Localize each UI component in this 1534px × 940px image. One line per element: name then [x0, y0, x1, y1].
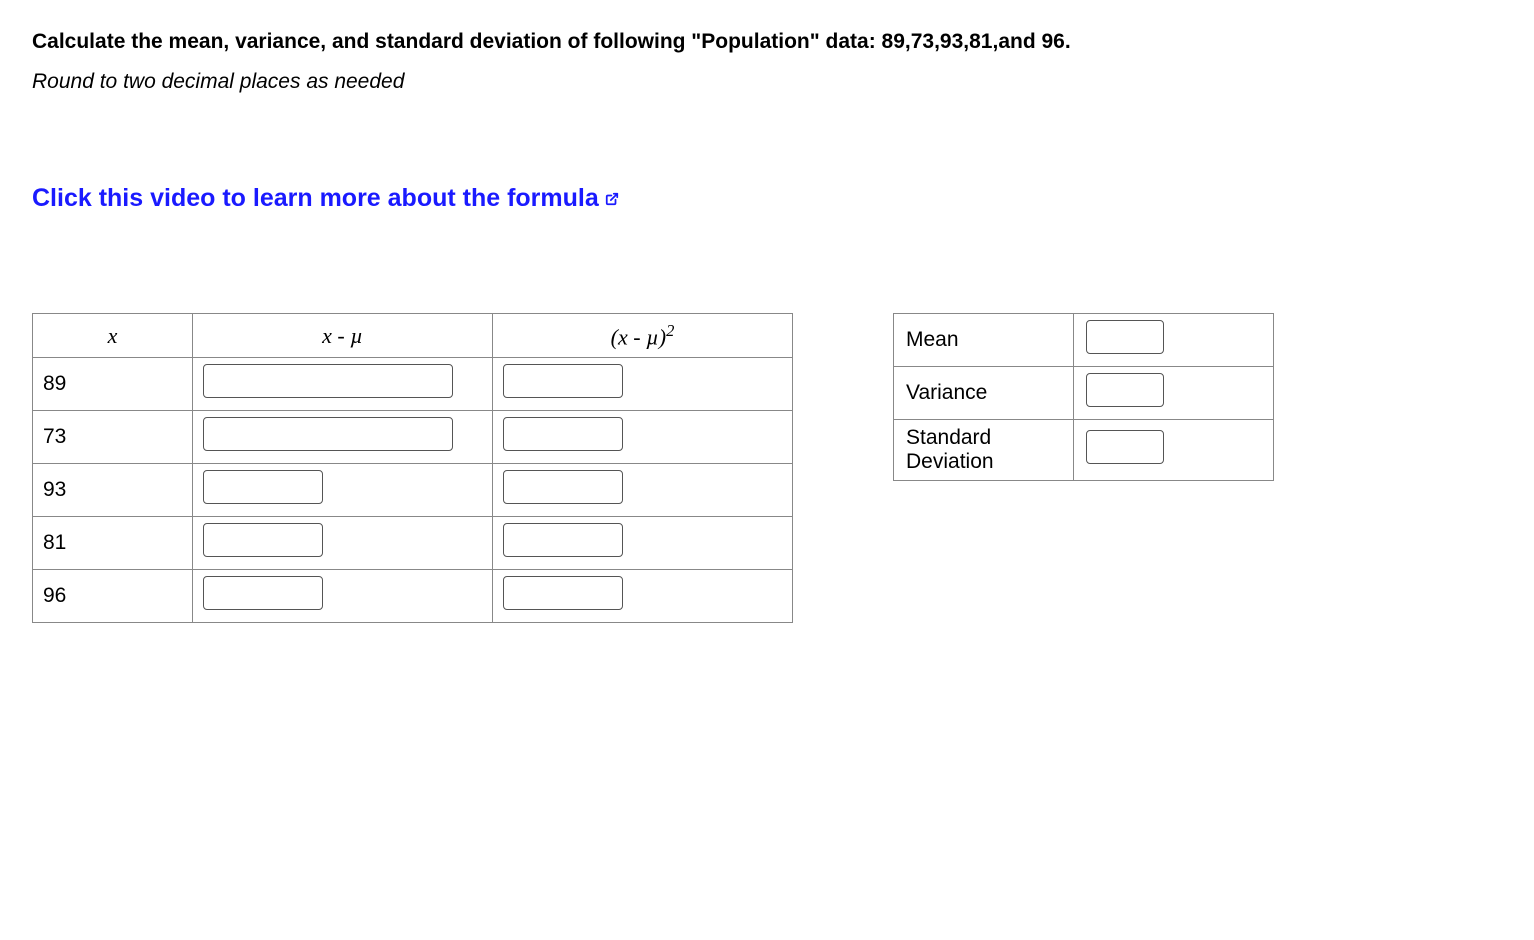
xmu2-input[interactable] [503, 576, 623, 610]
table-row: 96 [33, 570, 793, 623]
xmu-input[interactable] [203, 523, 323, 557]
header-x-minus-mu: x - µ [193, 314, 493, 358]
x-value-cell: 81 [33, 517, 193, 570]
xmu2-input[interactable] [503, 523, 623, 557]
result-label-mean: Mean [894, 314, 1074, 367]
table-row: 81 [33, 517, 793, 570]
results-table: Mean Variance Standard Deviation [893, 313, 1274, 481]
xmu2-input[interactable] [503, 470, 623, 504]
xmu2-input[interactable] [503, 417, 623, 451]
header-x: x [33, 314, 193, 358]
video-help-link-label: Click this video to learn more about the… [32, 184, 599, 213]
question-text: Calculate the mean, variance, and standa… [32, 28, 1112, 56]
video-help-link[interactable]: Click this video to learn more about the… [32, 184, 619, 213]
xmu2-input[interactable] [503, 364, 623, 398]
header-xmu2-exp: 2 [666, 321, 674, 340]
x-value-cell: 73 [33, 411, 193, 464]
table-row: Standard Deviation [894, 420, 1274, 481]
stddev-input[interactable] [1086, 430, 1164, 464]
table-row: 93 [33, 464, 793, 517]
result-label-stddev: Standard Deviation [894, 420, 1074, 481]
x-value-cell: 96 [33, 570, 193, 623]
table-row: Mean [894, 314, 1274, 367]
header-x-minus-mu-squared: (x - µ)2 [493, 314, 793, 358]
xmu-input[interactable] [203, 364, 453, 398]
calculation-table: x x - µ (x - µ)2 89 73 93 [32, 313, 793, 623]
table-row: Variance [894, 367, 1274, 420]
variance-input[interactable] [1086, 373, 1164, 407]
xmu-input[interactable] [203, 417, 453, 451]
x-value-cell: 93 [33, 464, 193, 517]
xmu-input[interactable] [203, 576, 323, 610]
mean-input[interactable] [1086, 320, 1164, 354]
x-value-cell: 89 [33, 358, 193, 411]
instruction-text: Round to two decimal places as needed [32, 70, 1502, 94]
result-label-variance: Variance [894, 367, 1074, 420]
xmu-input[interactable] [203, 470, 323, 504]
header-xmu2-prefix: (x - µ) [611, 325, 666, 350]
table-row: 73 [33, 411, 793, 464]
table-row: 89 [33, 358, 793, 411]
external-link-icon [605, 192, 619, 206]
